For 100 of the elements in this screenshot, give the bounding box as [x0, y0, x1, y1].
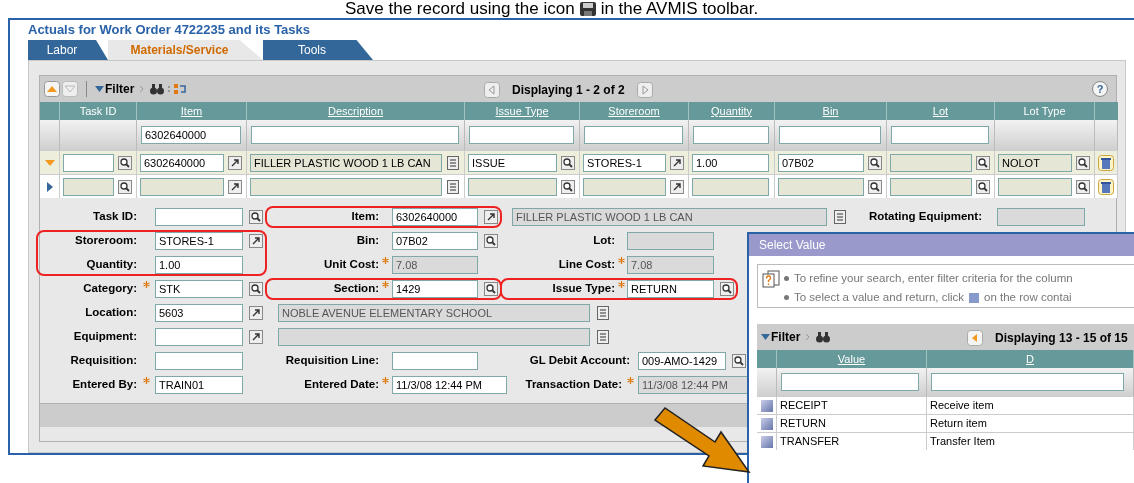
- input-field[interactable]: FILLER PLASTIC WOOD 1 LB CAN: [250, 153, 442, 172]
- input-field[interactable]: 009-AMO-1429: [638, 352, 726, 370]
- previous-icon[interactable]: [967, 330, 983, 346]
- magnifier-icon[interactable]: [249, 210, 263, 224]
- arrow-icon[interactable]: [249, 234, 263, 248]
- arrow-icon[interactable]: [228, 179, 242, 194]
- magnifier-icon[interactable]: [118, 179, 132, 194]
- table-cell-text: TRANSFER: [780, 434, 840, 450]
- input-field[interactable]: [63, 153, 114, 172]
- input-field[interactable]: [155, 328, 243, 346]
- popup-title: Select Value: [759, 237, 826, 254]
- next-icon[interactable]: [636, 82, 653, 98]
- lines-icon[interactable]: [596, 330, 610, 344]
- magnifier-icon[interactable]: [1076, 155, 1090, 170]
- input-field[interactable]: [778, 177, 864, 196]
- magnifier-icon[interactable]: [976, 155, 990, 170]
- arrow-icon[interactable]: [249, 330, 263, 344]
- magnifier-icon[interactable]: [561, 179, 575, 194]
- input-field[interactable]: [278, 328, 590, 346]
- input-field[interactable]: [468, 177, 557, 196]
- input-field[interactable]: ISSUE: [468, 153, 557, 172]
- lines-icon[interactable]: [446, 179, 460, 194]
- previous-icon[interactable]: [484, 82, 500, 98]
- trash-icon[interactable]: [1098, 154, 1114, 171]
- input-field[interactable]: 7.08: [627, 256, 714, 274]
- input-field[interactable]: [155, 352, 243, 370]
- select-icon[interactable]: [760, 435, 773, 448]
- magnifier-icon[interactable]: [561, 155, 575, 170]
- input-field[interactable]: [584, 126, 683, 144]
- input-field[interactable]: 1.00: [692, 153, 769, 172]
- field-label: Category:: [83, 281, 137, 297]
- tab[interactable]: Labor: [28, 40, 108, 60]
- input-field[interactable]: 5603: [155, 304, 243, 322]
- tab[interactable]: Tools: [263, 40, 373, 60]
- input-field[interactable]: [890, 153, 972, 172]
- input-field[interactable]: [63, 177, 114, 196]
- input-field[interactable]: [997, 208, 1085, 226]
- magnifier-icon[interactable]: [720, 282, 734, 296]
- input-field[interactable]: 11/3/08 12:44 PM: [638, 376, 748, 394]
- swap-icon[interactable]: [174, 83, 187, 95]
- input-field[interactable]: 6302640000: [140, 153, 224, 172]
- input-field[interactable]: 6302640000: [392, 208, 478, 226]
- input-field[interactable]: [890, 177, 972, 196]
- magnifier-icon[interactable]: [732, 354, 746, 368]
- input-field[interactable]: [155, 208, 243, 226]
- input-field[interactable]: [693, 126, 769, 144]
- input-field[interactable]: [781, 373, 919, 391]
- select-icon[interactable]: [760, 417, 773, 430]
- input-field[interactable]: 6302640000: [141, 126, 241, 144]
- lines-icon[interactable]: [446, 155, 460, 170]
- magnifier-icon[interactable]: [868, 155, 882, 170]
- trash-icon[interactable]: [1098, 178, 1114, 195]
- input-field[interactable]: 1.00: [155, 256, 243, 274]
- input-field[interactable]: 07B02: [392, 232, 478, 250]
- magnifier-icon[interactable]: [484, 234, 498, 248]
- arrow-icon[interactable]: [670, 155, 684, 170]
- input-field[interactable]: [250, 177, 442, 196]
- field-label: Unit Cost:: [324, 257, 379, 273]
- input-field[interactable]: RETURN: [627, 280, 714, 298]
- input-field[interactable]: [692, 177, 769, 196]
- lines-icon[interactable]: [833, 210, 847, 224]
- binoculars-icon[interactable]: [150, 83, 165, 95]
- magnifier-icon[interactable]: [484, 282, 498, 296]
- select-icon[interactable]: [760, 399, 773, 412]
- help-button[interactable]: ?: [1092, 81, 1108, 97]
- input-field[interactable]: 1429: [392, 280, 478, 298]
- input-field[interactable]: 07B02: [778, 153, 864, 172]
- input-field[interactable]: [627, 232, 714, 250]
- filter-link[interactable]: Filter: [105, 80, 135, 98]
- input-field[interactable]: [891, 126, 989, 144]
- magnifier-icon[interactable]: [976, 179, 990, 194]
- magnifier-icon[interactable]: [118, 155, 132, 170]
- input-field[interactable]: 11/3/08 12:44 PM: [392, 376, 507, 394]
- lines-icon[interactable]: [596, 306, 610, 320]
- input-field[interactable]: [140, 177, 224, 196]
- input-field[interactable]: [392, 352, 478, 370]
- input-field[interactable]: [251, 126, 459, 144]
- input-field[interactable]: 7.08: [392, 256, 478, 274]
- arrow-icon[interactable]: [484, 210, 498, 224]
- magnifier-icon[interactable]: [868, 179, 882, 194]
- arrow-icon[interactable]: [228, 155, 242, 170]
- input-field[interactable]: [469, 126, 574, 144]
- input-field[interactable]: NOLOT: [998, 153, 1072, 172]
- filter-link[interactable]: Filter: [771, 328, 801, 346]
- input-field[interactable]: [931, 373, 1124, 391]
- input-field[interactable]: [583, 177, 666, 196]
- input-field[interactable]: [779, 126, 881, 144]
- input-field[interactable]: TRAIN01: [155, 376, 243, 394]
- input-field[interactable]: FILLER PLASTIC WOOD 1 LB CAN: [512, 208, 827, 226]
- input-field[interactable]: [998, 177, 1072, 196]
- binoculars-icon[interactable]: [816, 331, 831, 343]
- input-field[interactable]: STORES-1: [155, 232, 243, 250]
- input-field[interactable]: STORES-1: [583, 153, 666, 172]
- magnifier-icon[interactable]: [1076, 179, 1090, 194]
- input-field[interactable]: STK: [155, 280, 243, 298]
- magnifier-icon[interactable]: [249, 282, 263, 296]
- hint-text: To select a value and return, click: [794, 290, 965, 306]
- input-field[interactable]: NOBLE AVENUE ELEMENTARY SCHOOL: [278, 304, 590, 322]
- arrow-icon[interactable]: [670, 179, 684, 194]
- arrow-icon[interactable]: [249, 306, 263, 320]
